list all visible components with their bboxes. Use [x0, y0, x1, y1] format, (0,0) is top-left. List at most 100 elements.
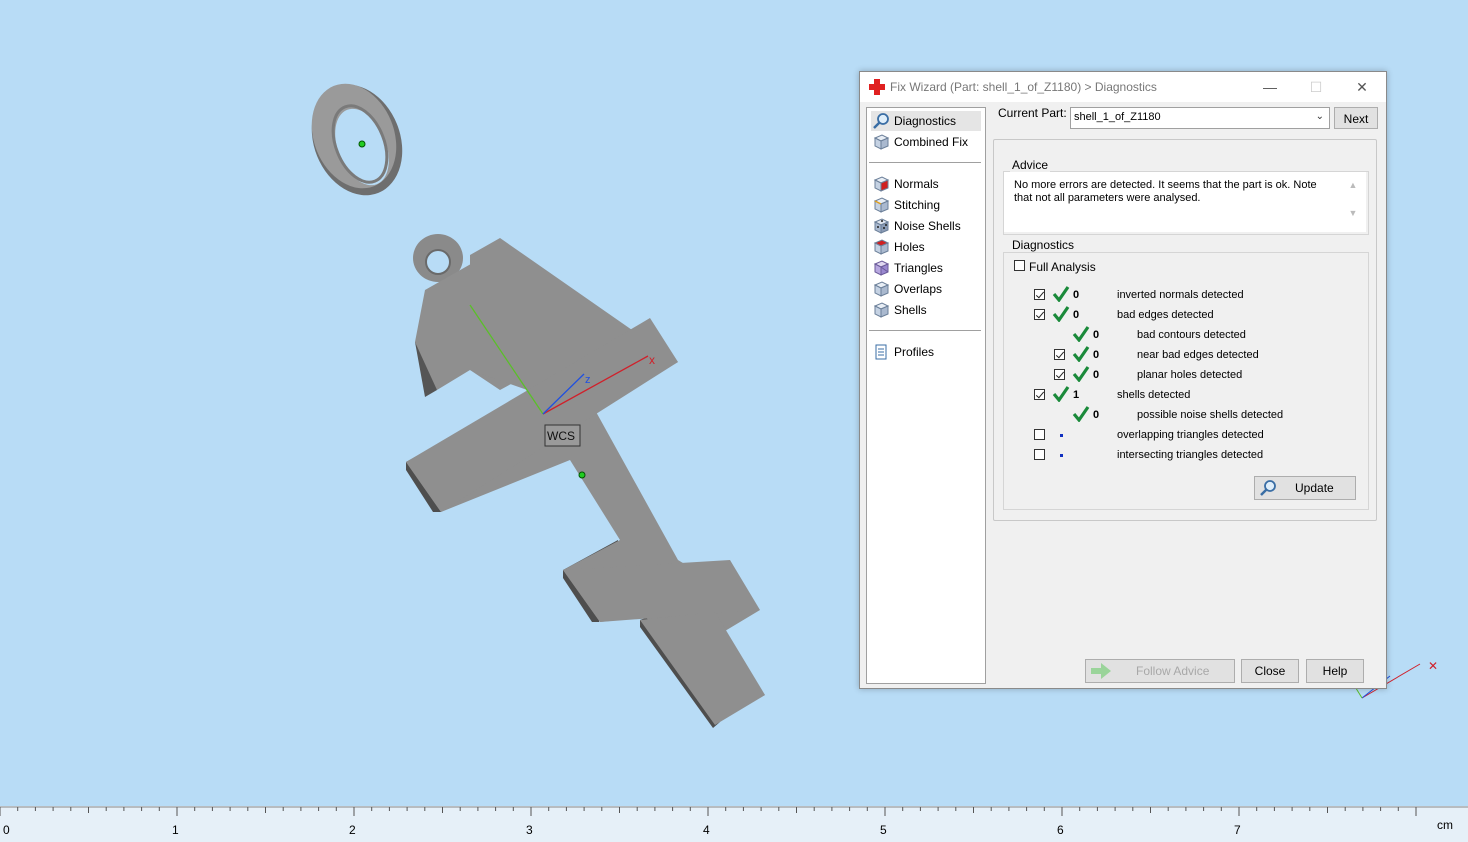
diagnostic-label: intersecting triangles detected [1117, 449, 1264, 461]
window-title: Fix Wizard (Part: shell_1_of_Z1180) > Di… [890, 80, 1157, 94]
nav-item-combined-fix[interactable]: Combined Fix [871, 132, 981, 152]
nav-item-shells[interactable]: Shells [871, 300, 981, 320]
update-label: Update [1295, 481, 1334, 495]
title-bar[interactable]: Fix Wizard (Part: shell_1_of_Z1180) > Di… [860, 72, 1386, 102]
update-button[interactable]: Update [1254, 476, 1356, 500]
nav-label: Noise Shells [894, 219, 961, 233]
nav-label: Shells [894, 303, 927, 317]
axis-z-label: z [585, 374, 591, 386]
magnifier-icon [1260, 480, 1276, 496]
ruler-label: 7 [1234, 823, 1241, 837]
nav-label: Diagnostics [894, 114, 957, 128]
status-dot [1060, 454, 1063, 457]
holes-cube-icon [873, 239, 890, 255]
axis-x-label: x [649, 353, 655, 367]
chevron-down-icon: ⌄ [1315, 111, 1324, 122]
nav-label: Holes [894, 240, 925, 254]
cross-model[interactable] [406, 238, 765, 728]
checkmark-icon [1072, 406, 1090, 422]
checkmark-icon [1072, 346, 1090, 362]
ruler-label: 6 [1057, 823, 1064, 837]
diagnostic-label: overlapping triangles detected [1117, 429, 1264, 441]
full-analysis-label: Full Analysis [1029, 260, 1096, 274]
triangles-cube-icon [873, 260, 890, 276]
nav-item-holes[interactable]: Holes [871, 237, 981, 257]
advice-scrollbar[interactable]: ▲ ▼ [1346, 178, 1360, 226]
diagnostic-count: 0 [1093, 329, 1100, 341]
follow-advice-label: Follow Advice [1136, 664, 1210, 678]
diagnostic-label: possible noise shells detected [1137, 409, 1284, 421]
ruler-label: 5 [880, 823, 887, 837]
current-part-value: shell_1_of_Z1180 [1074, 111, 1161, 123]
arrow-right-icon [1091, 663, 1111, 679]
diagnostic-checkbox[interactable] [1034, 389, 1045, 400]
nav-label: Overlaps [894, 282, 943, 296]
diagnostic-label: planar holes detected [1137, 369, 1243, 381]
nav-item-noise-shells[interactable]: Noise Shells [871, 216, 981, 236]
nav-item-stitching[interactable]: Stitching [871, 195, 981, 215]
wcs-label: WCS [547, 429, 575, 443]
advice-text: No more errors are detected. It seems th… [1014, 179, 1317, 204]
fix-wizard-window: Fix Wizard (Part: shell_1_of_Z1180) > Di… [859, 71, 1387, 689]
ruler-unit: cm [1437, 818, 1453, 832]
document-icon [875, 344, 887, 360]
current-part-dropdown[interactable]: shell_1_of_Z1180 ⌄ [1070, 107, 1330, 129]
maximize-button[interactable]: ☐ [1293, 72, 1339, 102]
cube-icon [873, 134, 890, 150]
diagnostic-checkbox[interactable] [1054, 369, 1065, 380]
diagnostic-checkbox[interactable] [1034, 289, 1045, 300]
nav-label: Normals [894, 177, 939, 191]
svg-text:✕: ✕ [1428, 659, 1438, 673]
ruler-label: 1 [172, 823, 179, 837]
current-part-label: Current Part: [998, 106, 1067, 120]
normals-cube-icon [873, 176, 890, 192]
follow-advice-button[interactable]: Follow Advice [1085, 659, 1235, 683]
nav-item-profiles[interactable]: Profiles [871, 342, 981, 362]
nav-item-overlaps[interactable]: Overlaps [871, 279, 981, 299]
checkmark-icon [1052, 306, 1070, 322]
ruler-label: 4 [703, 823, 710, 837]
nav-label: Triangles [894, 261, 943, 275]
diagnostic-label: inverted normals detected [1117, 289, 1244, 301]
diagnostic-label: bad contours detected [1137, 329, 1246, 341]
checkmark-icon [1052, 386, 1070, 402]
noise-shells-icon [873, 218, 890, 234]
minimize-button[interactable]: — [1247, 72, 1293, 102]
nav-label: Combined Fix [894, 135, 969, 149]
shells-cube-icon [873, 302, 890, 318]
nav-label: Profiles [894, 345, 935, 359]
status-dot [1060, 434, 1063, 437]
close-button[interactable]: Close [1241, 659, 1299, 683]
diagnostic-checkbox[interactable] [1034, 429, 1045, 440]
ruler-label: 0 [3, 823, 10, 837]
stitching-cube-icon [873, 197, 890, 213]
diagnostic-checkbox[interactable] [1054, 349, 1065, 360]
diagnostic-checkbox[interactable] [1034, 449, 1045, 460]
diagnostic-count: 0 [1093, 369, 1100, 381]
diagnostic-count: 0 [1073, 289, 1080, 301]
diagnostic-count: 0 [1093, 349, 1100, 361]
nav-item-diagnostics[interactable]: Diagnostics [871, 111, 981, 131]
diagnostic-label: near bad edges detected [1137, 349, 1259, 361]
magnifier-icon [873, 113, 889, 129]
diagnostic-checkbox[interactable] [1034, 309, 1045, 320]
nav-item-normals[interactable]: Normals [871, 174, 981, 194]
help-button[interactable]: Help [1306, 659, 1364, 683]
red-cross-icon [869, 79, 885, 95]
checkmark-icon [1072, 366, 1090, 382]
nav-divider [869, 162, 981, 163]
overlaps-cube-icon [873, 281, 890, 297]
fix-wizard-nav: Diagnostics Combined Fix Normals Stitchi… [866, 107, 986, 684]
ring-model[interactable] [296, 71, 418, 209]
full-analysis-checkbox[interactable] [1014, 260, 1025, 271]
checkmark-icon [1072, 326, 1090, 342]
diagnostic-count: 0 [1073, 309, 1080, 321]
next-button[interactable]: Next [1334, 107, 1378, 129]
ruler-label: 3 [526, 823, 533, 837]
close-window-button[interactable]: ✕ [1339, 72, 1385, 102]
nav-divider [869, 330, 981, 331]
advice-box: No more errors are detected. It seems th… [1004, 172, 1366, 232]
nav-item-triangles[interactable]: Triangles [871, 258, 981, 278]
advice-title: Advice [1010, 158, 1051, 172]
ruler-ticks [0, 806, 1468, 816]
